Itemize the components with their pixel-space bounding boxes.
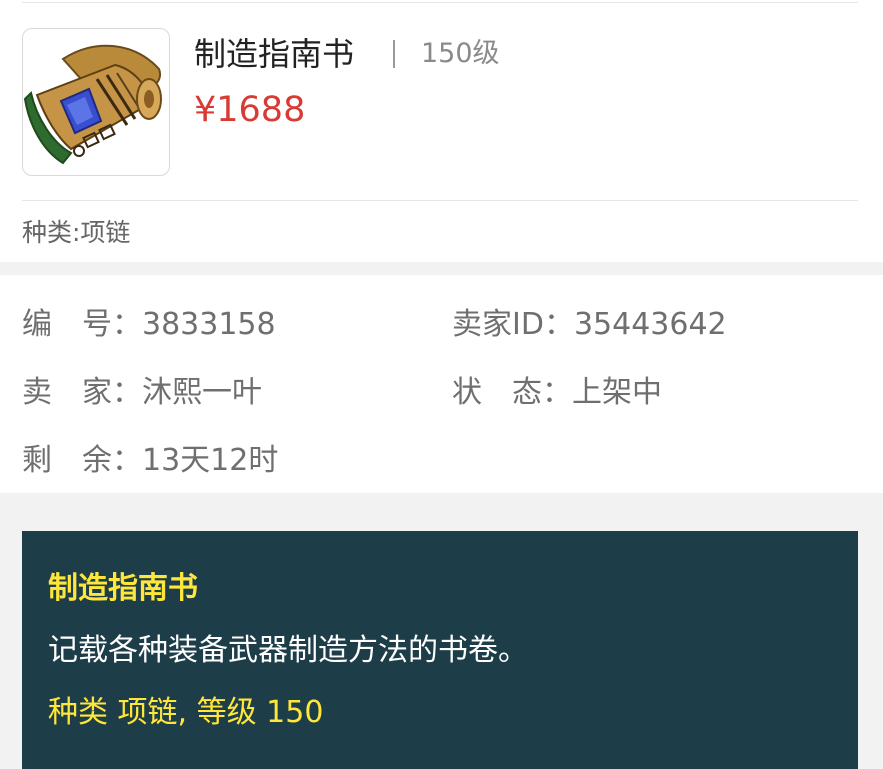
colon: ： xyxy=(112,375,142,410)
status-label: 态 xyxy=(512,375,542,410)
scroll-icon xyxy=(23,44,162,165)
item-detail-page: 制造指南书 150级 ¥1688 种类:项链 编号：3833158 卖家ID：3… xyxy=(0,0,883,769)
listing-id-row: 编号：3833158 xyxy=(22,304,276,346)
status-row: 状态：上架中 xyxy=(452,372,662,414)
remaining-label: 剩 xyxy=(22,443,52,478)
listing-id-label: 号 xyxy=(82,307,112,342)
seller-name[interactable]: 沐熙一叶 xyxy=(142,375,262,410)
seller-id-value: 35443642 xyxy=(573,307,727,342)
remaining-time-row: 剩余：13天12时 xyxy=(22,440,278,482)
colon: ： xyxy=(542,375,572,410)
item-price: ¥1688 xyxy=(194,90,306,130)
seller-id-label: 卖家ID xyxy=(452,307,544,342)
item-name: 制造指南书 xyxy=(194,35,355,73)
colon: ： xyxy=(112,443,142,478)
seller-id-row: 卖家ID：35443642 xyxy=(452,304,727,346)
colon: ： xyxy=(543,307,574,342)
remaining-label: 余 xyxy=(82,443,112,478)
seller-label: 卖 xyxy=(22,375,52,410)
tooltip-title: 制造指南书 xyxy=(48,571,198,606)
item-thumbnail[interactable] xyxy=(22,28,170,176)
status-label: 状 xyxy=(452,375,482,410)
item-summary-card: 制造指南书 150级 ¥1688 种类:项链 xyxy=(0,0,883,262)
name-level-separator xyxy=(393,40,395,68)
item-category: 种类:项链 xyxy=(22,218,131,247)
seller-row: 卖家：沐熙一叶 xyxy=(22,372,262,414)
seller-label: 家 xyxy=(82,375,112,410)
listing-details-card: 编号：3833158 卖家ID：35443642 卖家：沐熙一叶 状态：上架中 … xyxy=(0,275,883,493)
tooltip-description: 记载各种装备武器制造方法的书卷。 xyxy=(48,633,528,668)
item-level: 150级 xyxy=(421,38,500,69)
remaining-value: 13天12时 xyxy=(142,443,279,478)
item-tooltip: 制造指南书 记载各种装备武器制造方法的书卷。 种类 项链, 等级 150 xyxy=(22,531,858,769)
listing-id-label: 编 xyxy=(22,307,52,342)
status-value: 上架中 xyxy=(572,375,662,410)
listing-id-value: 3833158 xyxy=(142,307,276,342)
tooltip-meta: 种类 项链, 等级 150 xyxy=(48,695,324,730)
divider xyxy=(22,2,858,3)
colon: ： xyxy=(112,307,142,342)
divider xyxy=(22,200,858,201)
